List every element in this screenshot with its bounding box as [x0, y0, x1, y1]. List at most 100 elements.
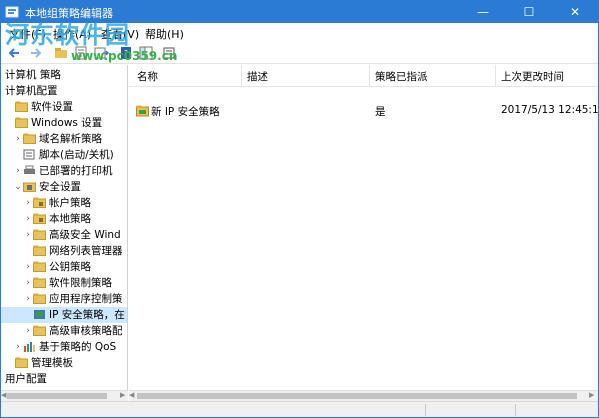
maximize-button[interactable]: ☐	[506, 1, 552, 23]
list-header: 名称 描述 策略已指派 上次更改时间	[129, 65, 598, 87]
tree-item[interactable]: 脚本(启动/关机)	[1, 147, 127, 163]
tree-item-label: 网络列表管理器	[49, 245, 123, 257]
chart-icon	[23, 341, 36, 352]
tree-item[interactable]: › 高级审核策略配	[1, 323, 127, 339]
tree-item[interactable]: 计算机配置	[1, 83, 127, 99]
tree-item-label: Windows 设置	[31, 117, 103, 129]
status-divider	[515, 404, 516, 416]
tree-item-label: 管理模板	[31, 357, 73, 369]
tree-expander-icon[interactable]: ›	[23, 323, 33, 339]
column-divider[interactable]	[495, 65, 496, 87]
column-header-name[interactable]: 名称	[137, 69, 158, 84]
tree-item[interactable]: › 公钥策略	[1, 259, 127, 275]
scroll-left-arrow-icon[interactable]: ◀	[1, 391, 6, 399]
tree-item-label: 用户配置	[5, 373, 47, 385]
gpedit-window: 本地组策略编辑器 — ☐ ✕ 文件(F) 操作(A) 查看(V) 帮助(H) ?…	[0, 0, 599, 418]
tree-expander-icon[interactable]: ›	[13, 131, 23, 147]
navigation-tree[interactable]: 计算机 策略 计算机配置软件设置 Windows 设置 › 域名解析策略 脚本(启动/关机…	[1, 65, 128, 390]
tree-item-label: 计算机 策略	[5, 69, 61, 81]
tree-item-label: IP 安全策略，在	[49, 309, 125, 321]
column-header-assigned[interactable]: 策略已指派	[375, 69, 428, 84]
tree-item[interactable]: › 帐户策略	[1, 195, 127, 211]
tree-item[interactable]: › 基于策略的 QoS	[1, 339, 127, 355]
tree-expander-icon[interactable]: ›	[23, 275, 33, 291]
tree-item-label: 本地策略	[49, 213, 91, 225]
ipsec-icon	[33, 309, 46, 320]
column-divider[interactable]	[369, 65, 370, 87]
tree-item-label: 高级审核策略配	[49, 325, 123, 337]
watermark-url: www.pc0359.cn	[71, 49, 178, 63]
tree-horizontal-scrollbar[interactable]: ◀ ▶	[1, 390, 128, 401]
folder-icon	[23, 133, 36, 144]
ipsec-policy-icon	[136, 105, 149, 117]
tree-item[interactable]: 网络列表管理器	[1, 243, 127, 259]
tree-item[interactable]: › 软件限制策略	[1, 275, 127, 291]
tree-item-label: 安全设置	[39, 181, 81, 193]
list-horizontal-scrollbar[interactable]: ◀ ▶	[129, 390, 598, 401]
tree-item-label: 计算机配置	[5, 85, 58, 97]
cell-policy-name: 新 IP 安全策略	[151, 106, 220, 118]
scroll-left-arrow-icon[interactable]: ◀	[129, 391, 134, 399]
folder-icon	[15, 357, 28, 368]
tree-item[interactable]: 用户配置	[1, 371, 127, 387]
folder-icon	[33, 229, 46, 240]
column-header-description[interactable]: 描述	[247, 69, 268, 84]
tree-expander-icon[interactable]: ›	[23, 211, 33, 227]
folder-lock-icon	[33, 197, 46, 208]
folder-icon	[33, 293, 46, 304]
tree-item-label: 软件设置	[31, 101, 73, 113]
folder-icon	[15, 101, 28, 112]
folder-icon	[33, 277, 46, 288]
scroll-right-arrow-icon[interactable]: ▶	[589, 391, 594, 399]
tree-item-label: 已部署的打印机	[39, 165, 113, 177]
tree-item[interactable]: ⌄ 安全设置	[1, 179, 127, 195]
tree-item[interactable]: IP 安全策略，在	[1, 307, 127, 323]
folder-icon	[33, 261, 46, 272]
tree-item[interactable]: 软件设置	[1, 99, 127, 115]
printer-icon	[23, 165, 36, 176]
minimize-button[interactable]: —	[460, 1, 506, 23]
folder-icon	[33, 325, 46, 336]
policy-list: 名称 描述 策略已指派 上次更改时间 新 IP 安全策略 是 2017/5/13…	[129, 65, 598, 390]
scroll-right-arrow-icon[interactable]: ▶	[120, 391, 125, 399]
tree-expander-icon[interactable]: ›	[23, 291, 33, 307]
tree-item-label: 应用程序控制策	[49, 293, 123, 305]
tree-item[interactable]: › 域名解析策略	[1, 131, 127, 147]
tree-item[interactable]: › 已部署的打印机	[1, 163, 127, 179]
watermark-logo: 河东软件园	[5, 21, 130, 49]
tree-item-label: 域名解析策略	[39, 133, 102, 145]
tree-item[interactable]: 计算机 策略	[1, 67, 127, 83]
tree-expander-icon[interactable]: ›	[23, 227, 33, 243]
tree-item-label: 基于策略的 QoS	[39, 341, 117, 353]
close-button[interactable]: ✕	[552, 1, 598, 23]
tree-expander-icon[interactable]: ›	[23, 259, 33, 275]
tree-item[interactable]: Windows 设置	[1, 115, 127, 131]
folder-icon	[15, 117, 28, 128]
tree-item-label: 软件限制策略	[49, 277, 112, 289]
tree-expander-icon[interactable]: ⌄	[13, 179, 23, 195]
tree-item[interactable]: › 高级安全 Wind	[1, 227, 127, 243]
scrollbar-thumb[interactable]	[137, 393, 577, 399]
table-row[interactable]: 新 IP 安全策略 是 2017/5/13 12:45:15	[129, 103, 598, 119]
folder-lock-icon	[33, 213, 46, 224]
tree-item-label: 高级安全 Wind	[49, 229, 121, 241]
security-icon	[23, 181, 36, 192]
status-bar	[1, 401, 598, 417]
tree-item-label: 帐户策略	[49, 197, 91, 209]
tree-item-label: 脚本(启动/关机)	[39, 149, 114, 161]
tree-item[interactable]: › 本地策略	[1, 211, 127, 227]
scrollbar-thumb[interactable]	[7, 393, 107, 399]
tree-item-label: 公钥策略	[49, 261, 91, 273]
tree-item[interactable]: › 应用程序控制策	[1, 291, 127, 307]
tree-item[interactable]: 管理模板	[1, 355, 127, 371]
cell-assigned: 是	[375, 106, 386, 118]
menu-help[interactable]: 帮助(H)	[145, 26, 184, 42]
column-divider[interactable]	[241, 65, 242, 87]
folder-icon	[33, 245, 46, 256]
tree-expander-icon[interactable]: ›	[23, 195, 33, 211]
tree-expander-icon[interactable]: ›	[13, 339, 23, 355]
status-divider	[425, 404, 426, 416]
column-header-modified[interactable]: 上次更改时间	[501, 69, 564, 84]
cell-modified-time: 2017/5/13 12:45:15	[501, 104, 598, 116]
tree-expander-icon[interactable]: ›	[13, 163, 23, 179]
